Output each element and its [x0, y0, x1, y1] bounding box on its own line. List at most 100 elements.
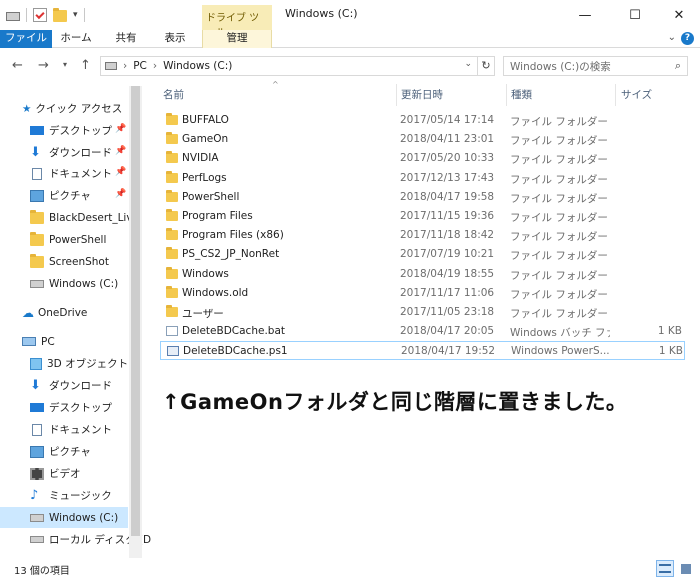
star-icon: ★ — [22, 102, 32, 115]
breadcrumb-current[interactable]: Windows (C:) — [163, 60, 232, 72]
file-row[interactable]: PowerShell 2018/04/17 19:58 ファイル フォルダー — [160, 188, 685, 207]
folder-icon — [166, 286, 178, 298]
file-type: ファイル フォルダー — [510, 270, 608, 282]
close-button[interactable]: ✕ — [656, 0, 700, 30]
file-row[interactable]: Windows.old 2017/11/17 11:06 ファイル フォルダー — [160, 284, 685, 303]
column-header-size[interactable]: サイズ — [621, 87, 652, 103]
refresh-button[interactable]: ↻ — [478, 56, 495, 76]
column-header-date[interactable]: 更新日時 — [401, 87, 443, 103]
folder-icon — [166, 113, 178, 125]
file-type: ファイル フォルダー — [510, 193, 608, 205]
file-size: 1 KB — [657, 325, 682, 337]
sort-ascending-icon: ^ — [272, 80, 279, 89]
file-modified-date: 2018/04/19 18:55 — [400, 268, 495, 280]
videos-icon — [30, 467, 44, 480]
file-modified-date: 2018/04/17 19:52 — [401, 345, 496, 357]
address-history-icon[interactable]: ⌄ — [464, 59, 472, 69]
computer-icon — [22, 337, 36, 346]
column-header-name[interactable]: 名前 — [163, 87, 184, 103]
file-type: ファイル フォルダー — [510, 154, 608, 166]
file-row[interactable]: NVIDIA 2017/05/20 10:33 ファイル フォルダー — [160, 149, 685, 168]
details-view-button[interactable] — [656, 560, 674, 577]
file-name: DeleteBDCache.ps1 — [183, 345, 288, 357]
nav-windows-c[interactable]: Windows (C:) — [0, 507, 128, 528]
large-icons-view-button[interactable] — [677, 560, 695, 577]
column-divider[interactable] — [506, 84, 507, 106]
file-row[interactable]: Program Files 2017/11/15 19:36 ファイル フォルダー — [160, 207, 685, 226]
new-folder-icon[interactable] — [53, 8, 67, 22]
folder-icon — [166, 247, 178, 259]
nav-label: ダウンロード — [49, 380, 112, 392]
tab-home[interactable]: ホーム — [56, 30, 96, 48]
help-icon[interactable]: ? — [681, 32, 694, 45]
file-modified-date: 2017/12/13 17:43 — [400, 172, 495, 184]
nav-label: BlackDesert_Live — [49, 211, 140, 224]
maximize-button[interactable]: ☐ — [612, 0, 658, 30]
up-button[interactable]: ↑ — [80, 58, 91, 73]
tab-manage[interactable]: 管理 — [202, 30, 272, 48]
nav-label: ミュージック — [49, 490, 112, 502]
pictures-icon — [30, 445, 44, 458]
status-bar: 13 個の項目 — [0, 558, 700, 579]
column-header-type[interactable]: 種類 — [511, 87, 532, 103]
large-icons-view-icon — [681, 564, 691, 574]
folder-icon — [166, 190, 178, 202]
music-icon: ♪ — [30, 487, 39, 503]
breadcrumb-pc[interactable]: PC — [133, 60, 147, 72]
documents-icon — [32, 167, 42, 180]
column-divider[interactable] — [396, 84, 397, 106]
file-name: Program Files (x86) — [182, 229, 284, 241]
scrollbar-thumb[interactable] — [131, 86, 140, 536]
cloud-icon: ☁ — [22, 305, 34, 320]
file-row[interactable]: DeleteBDCache.ps1 2018/04/17 19:52 Windows… — [160, 341, 685, 360]
file-row[interactable]: BUFFALO 2017/05/14 17:14 ファイル フォルダー — [160, 111, 685, 130]
file-name: PowerShell — [182, 191, 240, 203]
file-row[interactable]: Windows 2018/04/19 18:55 ファイル フォルダー — [160, 265, 685, 284]
title-bar: ▾ ドライブ ツール Windows (C:) — ☐ ✕ — [0, 0, 700, 39]
file-row[interactable]: PS_CS2_JP_NonRet 2017/07/19 10:21 ファイル フォル… — [160, 245, 685, 264]
nav-label: デスクトップ — [49, 402, 112, 414]
tab-file[interactable]: ファイル — [0, 30, 52, 48]
file-type: ファイル フォルダー — [510, 231, 608, 243]
column-divider[interactable] — [615, 84, 616, 106]
file-name: DeleteBDCache.bat — [182, 325, 285, 337]
ribbon-tabs: ファイル ホーム 共有 表示 管理 ⌄ ? — [0, 30, 700, 48]
nav-label: ピクチャ — [49, 190, 91, 202]
forward-button[interactable]: → — [38, 58, 49, 73]
folder-icon — [30, 209, 44, 224]
file-type: ファイル フォルダー — [510, 116, 608, 128]
navigation-pane: ★ クイック アクセス デスクトップ 📌 ⬇ ダウンロード 📌 ドキュメント 📌… — [0, 86, 151, 558]
file-row[interactable]: GameOn 2018/04/11 23:01 ファイル フォルダー — [160, 130, 685, 149]
file-row[interactable]: PerfLogs 2017/12/13 17:43 ファイル フォルダー — [160, 169, 685, 188]
file-name: BUFFALO — [182, 114, 229, 126]
file-modified-date: 2017/07/19 10:21 — [400, 248, 495, 260]
nav-scrollbar[interactable] — [129, 86, 142, 558]
file-row[interactable]: DeleteBDCache.bat 2018/04/17 20:05 Windows… — [160, 322, 685, 341]
search-input[interactable]: Windows (C:)の検索 ⌕ — [503, 56, 688, 76]
expand-ribbon-icon[interactable]: ⌄ — [668, 32, 676, 43]
folder-icon — [166, 151, 178, 163]
drive-icon[interactable] — [6, 12, 20, 21]
minimize-button[interactable]: — — [562, 0, 608, 30]
nav-label: ドキュメント — [49, 424, 112, 436]
recent-locations-icon[interactable]: ▾ — [63, 60, 67, 69]
search-placeholder: Windows (C:)の検索 — [510, 60, 611, 73]
file-modified-date: 2017/11/05 23:18 — [400, 306, 495, 318]
download-icon: ⬇ — [30, 377, 41, 393]
file-row[interactable]: Program Files (x86) 2017/11/18 18:42 ファイル … — [160, 226, 685, 245]
file-type: ファイル フォルダー — [510, 135, 608, 147]
pin-icon: 📌 — [115, 189, 127, 199]
desktop-icon — [30, 403, 44, 412]
file-row[interactable]: ユーザー 2017/11/05 23:18 ファイル フォルダー — [160, 303, 685, 322]
nav-label: ScreenShot — [49, 255, 109, 268]
tab-share[interactable]: 共有 — [108, 30, 144, 48]
documents-icon — [32, 423, 42, 436]
tab-view[interactable]: 表示 — [155, 30, 195, 48]
powershell-script-icon — [167, 346, 179, 356]
drive-icon — [105, 62, 117, 70]
customize-toolbar-icon[interactable]: ▾ — [73, 10, 78, 20]
back-button[interactable]: ← — [12, 58, 23, 73]
address-bar[interactable]: › PC › Windows (C:) ⌄ — [100, 56, 478, 76]
folder-icon — [166, 267, 178, 279]
properties-icon[interactable] — [33, 8, 47, 22]
